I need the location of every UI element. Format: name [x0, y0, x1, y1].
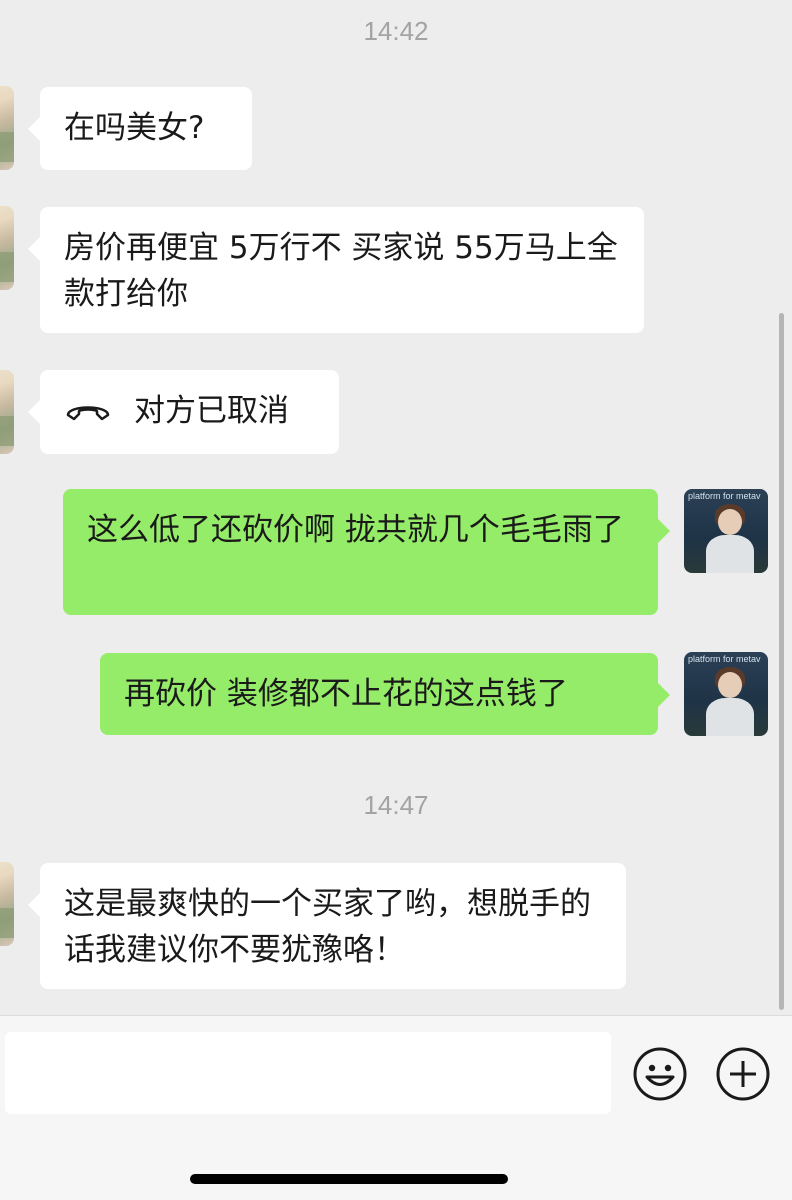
contact-avatar[interactable] [0, 86, 14, 170]
emoji-icon[interactable] [632, 1046, 688, 1102]
call-record-bubble[interactable]: 对方已取消 [28, 370, 339, 454]
chat-area[interactable]: 14:42 在吗美女? 房价再便宜 5万行不 买家说 55万马上全款打给你 对方… [0, 0, 792, 1015]
my-avatar[interactable]: platform for metav [684, 489, 768, 573]
scrollbar[interactable] [779, 313, 784, 1010]
my-avatar[interactable]: platform for metav [684, 652, 768, 736]
contact-avatar[interactable] [0, 370, 14, 454]
message-text: 在吗美女? [64, 110, 205, 146]
contact-avatar[interactable] [0, 206, 14, 290]
message-bubble-incoming[interactable]: 房价再便宜 5万行不 买家说 55万马上全款打给你 [28, 207, 644, 333]
message-text: 房价再便宜 5万行不 买家说 55万马上全款打给你 [64, 230, 618, 312]
call-status-text: 对方已取消 [134, 393, 289, 429]
message-input[interactable] [5, 1032, 611, 1114]
message-text: 这么低了还砍价啊 拢共就几个毛毛雨了 [87, 512, 624, 548]
avatar-sign-text: platform for metav [688, 491, 761, 501]
contact-avatar[interactable] [0, 862, 14, 946]
message-bubble-outgoing[interactable]: 再砍价 装修都不止花的这点钱了 [100, 653, 670, 735]
phone-hangup-icon [64, 390, 112, 436]
message-bubble-outgoing[interactable]: 这么低了还砍价啊 拢共就几个毛毛雨了 [63, 489, 670, 615]
timestamp: 14:42 [363, 16, 429, 46]
message-text: 这是最爽快的一个买家了哟，想脱手的话我建议你不要犹豫咯！ [64, 886, 591, 968]
avatar-sign-text: platform for metav [688, 654, 761, 664]
message-bubble-incoming[interactable]: 在吗美女? [28, 87, 252, 170]
input-toolbar [0, 1015, 792, 1200]
message-bubble-incoming[interactable]: 这是最爽快的一个买家了哟，想脱手的话我建议你不要犹豫咯！ [28, 863, 626, 989]
message-text: 再砍价 装修都不止花的这点钱了 [124, 676, 568, 712]
timestamp: 14:47 [363, 790, 429, 820]
plus-circle-icon[interactable] [715, 1046, 771, 1102]
home-indicator[interactable] [190, 1174, 508, 1184]
